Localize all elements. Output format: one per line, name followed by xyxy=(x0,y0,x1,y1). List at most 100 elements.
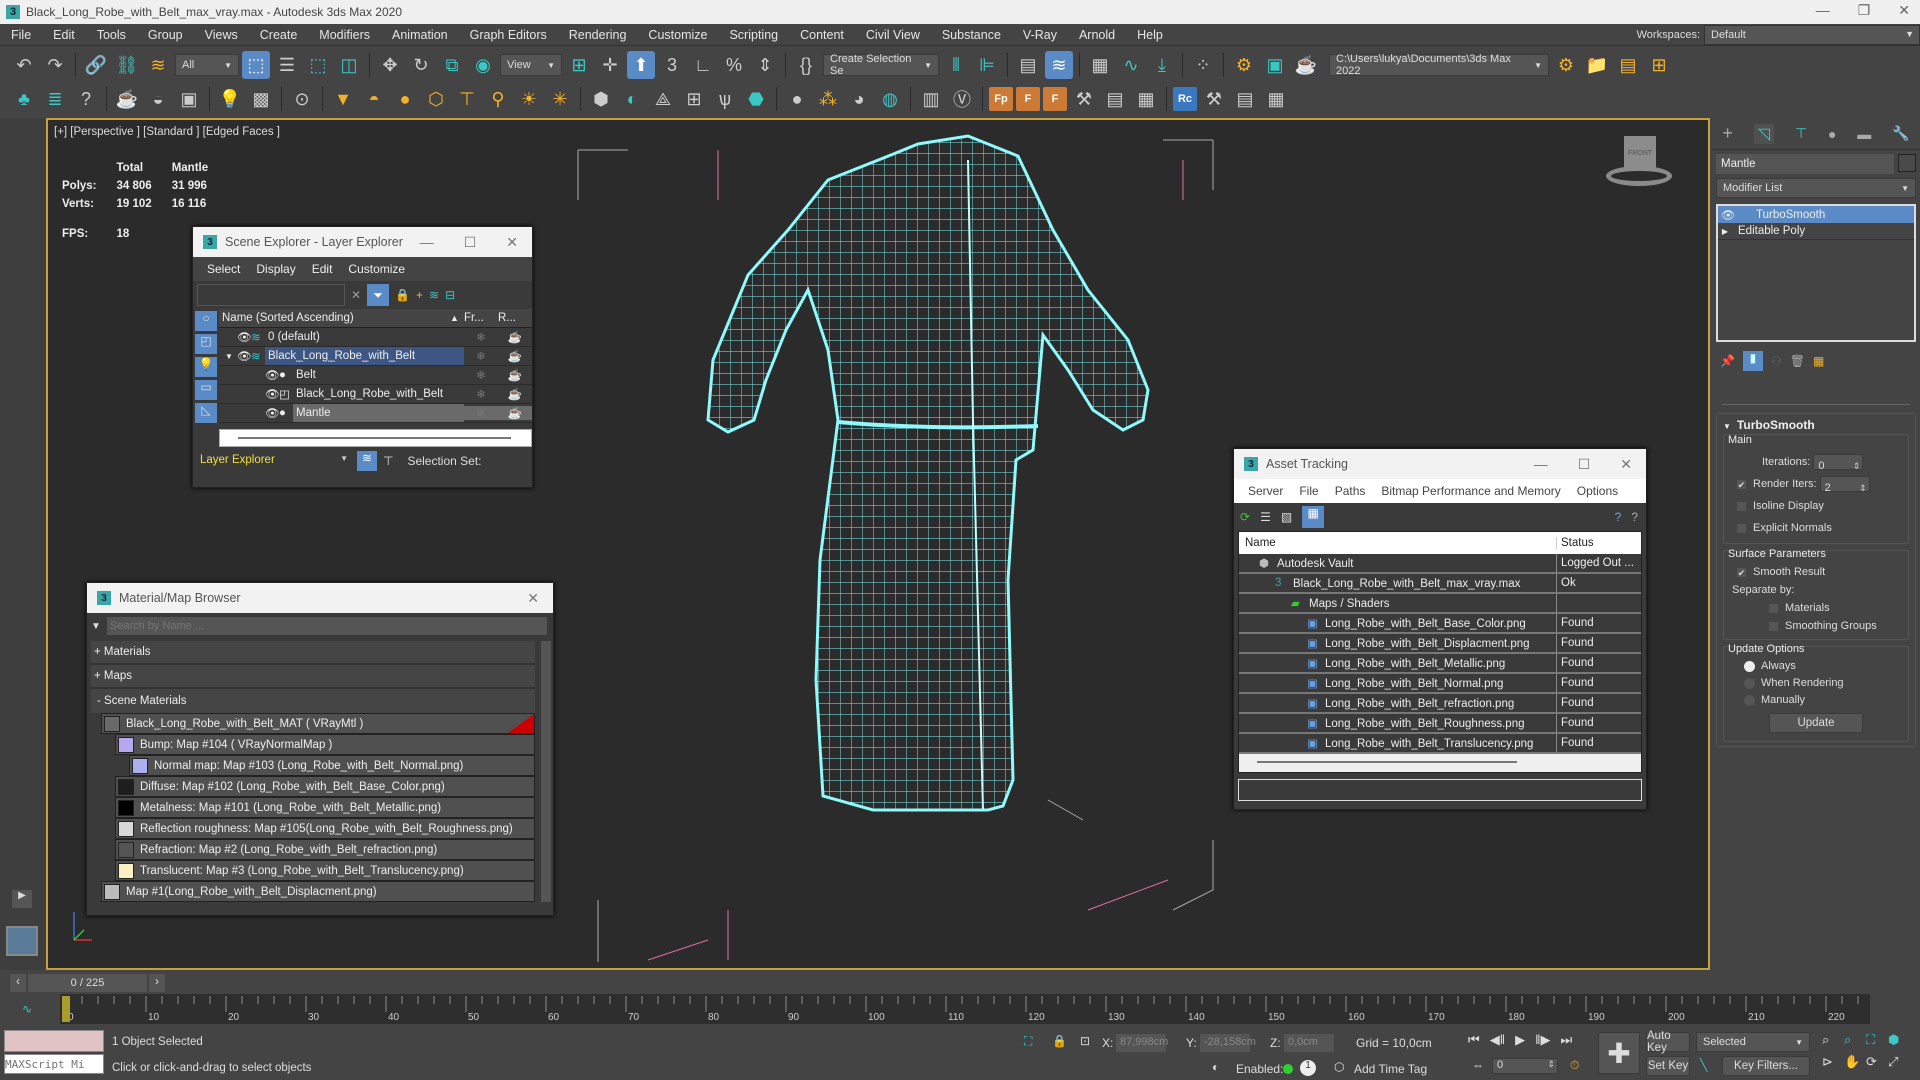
forest-list-icon[interactable]: ▤ xyxy=(1101,85,1129,113)
object-name-input[interactable] xyxy=(1716,154,1894,174)
set-key-button[interactable]: Set Key xyxy=(1646,1056,1690,1076)
menu-animation[interactable]: Animation xyxy=(381,28,459,42)
vray-light-lister-icon[interactable]: 💡 xyxy=(216,85,244,113)
project-path-dropdown[interactable]: C:\Users\lukya\Documents\3ds Max 2022 ▼ xyxy=(1329,53,1549,77)
renderable-teapot-icon[interactable]: ☕ xyxy=(498,368,532,382)
rotate-icon[interactable]: ↻ xyxy=(407,51,435,79)
freeze-icon[interactable]: ❄ xyxy=(464,387,498,401)
layer-explorer-icon[interactable]: ≋ xyxy=(1045,51,1073,79)
play-icon[interactable]: ▶ xyxy=(1515,1032,1525,1048)
zoom-all-icon[interactable]: ⌕ xyxy=(1844,1032,1866,1048)
explicit-normals-checkbox[interactable] xyxy=(1736,522,1747,534)
asset-row[interactable]: ⬢ Autodesk Vault Logged Out ... xyxy=(1239,554,1641,574)
asset-row[interactable]: ▣ Long_Robe_with_Belt_refraction.png Found xyxy=(1239,694,1641,714)
column-render[interactable]: R... xyxy=(498,312,532,324)
railclone-grid-icon[interactable]: ▦ xyxy=(1262,85,1290,113)
asset-tracking-titlebar[interactable]: 3 Asset Tracking — ☐ ✕ xyxy=(1234,449,1646,479)
scene-horizontal-scrollbar[interactable] xyxy=(219,429,532,447)
zoom-extents-all-icon[interactable]: ⬢ xyxy=(1888,1032,1910,1048)
vray-material-converter-icon[interactable]: ◍ xyxy=(876,85,904,113)
frame-display[interactable]: 0 / 225 xyxy=(28,974,147,992)
vray-material-icon[interactable]: ● xyxy=(783,85,811,113)
lights-filter-icon[interactable]: 💡 xyxy=(195,357,217,377)
project-hierarchy-icon[interactable]: ⊞ xyxy=(1645,51,1673,79)
scene-row[interactable]: ▼ 👁 ≋ Black_Long_Robe_with_Belt ❄ ☕ xyxy=(219,347,532,366)
info-badge-icon[interactable]: 1 xyxy=(1300,1060,1316,1076)
scene-menu-display[interactable]: Display xyxy=(248,262,303,276)
vray-sphere-light-icon[interactable]: ● xyxy=(391,85,419,113)
minimize-icon[interactable]: — xyxy=(420,234,434,251)
help-icon[interactable]: ? xyxy=(1615,510,1622,524)
go-to-end-icon[interactable]: ⏭ xyxy=(1560,1032,1572,1048)
maximize-icon[interactable]: ❐ xyxy=(1858,2,1871,19)
render-iters-spinner[interactable]: 2 xyxy=(1819,476,1870,499)
menu-tools[interactable]: Tools xyxy=(86,28,137,42)
add-time-tag[interactable]: Add Time Tag xyxy=(1354,1062,1427,1076)
asset-row[interactable]: ▣ Long_Robe_with_Belt_Roughness.png Found xyxy=(1239,714,1641,734)
align-icon[interactable]: ⊫ xyxy=(973,51,1001,79)
asset-row[interactable]: ▰ Maps / Shaders xyxy=(1239,594,1641,614)
curve-editor-toggle-icon[interactable]: ∿ xyxy=(22,1002,32,1016)
menu-create[interactable]: Create xyxy=(249,28,309,42)
material-row[interactable]: Reflection roughness: Map #105(Long_Robe… xyxy=(115,818,535,839)
pan-icon[interactable]: ✋ xyxy=(1844,1054,1866,1070)
renderable-teapot-icon[interactable]: ☕ xyxy=(498,349,532,363)
freeze-icon[interactable]: ❄ xyxy=(464,330,498,344)
keyboard-shortcut-override-icon[interactable]: ⬆ xyxy=(627,51,655,79)
zoom-extents-icon[interactable]: ⛶ xyxy=(1866,1032,1888,1048)
adaptive-degradation-icon[interactable]: ◐ xyxy=(1212,1060,1219,1074)
display-tab-icon[interactable]: ▬ xyxy=(1857,126,1871,142)
cameras-filter-icon[interactable]: ▭ xyxy=(195,380,217,400)
scene-menu-select[interactable]: Select xyxy=(199,262,248,276)
mirror-icon[interactable]: ⫴ xyxy=(942,51,970,79)
visibility-eye-icon[interactable]: 👁 xyxy=(237,349,252,363)
refresh-icon[interactable]: ⟳ xyxy=(1240,510,1250,524)
vray-material-palette-icon[interactable]: ◕ xyxy=(845,85,873,113)
angle-snap-icon[interactable]: ∟ xyxy=(689,51,717,79)
modify-tab-icon[interactable]: ◹ xyxy=(1753,123,1775,144)
freeze-icon[interactable]: ❄ xyxy=(464,368,498,382)
prev-frame-icon[interactable]: ‹ xyxy=(10,974,26,992)
field-of-view-icon[interactable]: ⊳ xyxy=(1822,1054,1844,1070)
visibility-eye-icon[interactable]: 👁 xyxy=(265,406,280,420)
menu-group[interactable]: Group xyxy=(137,28,194,42)
set-keys-button[interactable]: ✚ xyxy=(1598,1032,1640,1074)
time-cursor[interactable] xyxy=(62,996,70,1022)
forest-pack-icon[interactable]: Fp xyxy=(989,87,1013,111)
key-filters-button[interactable]: Key Filters... xyxy=(1722,1056,1810,1076)
asset-path-field[interactable] xyxy=(1238,779,1642,801)
asset-menu-server[interactable]: Server xyxy=(1240,484,1291,498)
update-when-rendering-radio[interactable] xyxy=(1744,677,1755,689)
update-always-radio[interactable] xyxy=(1744,660,1755,672)
project-structure-icon[interactable]: ▤ xyxy=(1614,51,1642,79)
menu-substance[interactable]: Substance xyxy=(931,28,1012,42)
material-row[interactable]: Bump: Map #104 ( VRayNormalMap ) xyxy=(115,734,535,755)
x-coordinate-field[interactable]: 87,998cm xyxy=(1116,1034,1168,1052)
vray-dome-light-icon[interactable]: ◓ xyxy=(360,85,388,113)
scene-search-input[interactable] xyxy=(197,284,345,306)
material-row[interactable]: Map #1(Long_Robe_with_Belt_Displacment.p… xyxy=(101,881,535,902)
scene-explorer-icon[interactable]: ▤ xyxy=(1014,51,1042,79)
renderable-teapot-icon[interactable]: ☕ xyxy=(498,406,532,420)
expand-triangle-icon[interactable]: ▼ xyxy=(225,352,237,361)
percent-snap-icon[interactable]: % xyxy=(720,51,748,79)
time-tag-icon[interactable]: ⬡ xyxy=(1334,1060,1344,1074)
vray-plane-icon[interactable]: ⟁ xyxy=(649,85,677,113)
remove-modifier-icon[interactable]: 🗑 xyxy=(1790,354,1805,368)
railclone-tools-icon[interactable]: ⚒ xyxy=(1200,85,1228,113)
material-row[interactable]: Diffuse: Map #102 (Long_Robe_with_Belt_B… xyxy=(115,776,535,797)
workspace-dropdown[interactable]: Default ▼ xyxy=(1704,25,1920,45)
forest-lod-icon[interactable]: F xyxy=(1016,87,1040,111)
rectangular-selection-icon[interactable]: ⬚ xyxy=(304,51,332,79)
next-frame-icon[interactable]: › xyxy=(149,974,165,992)
material-browser-titlebar[interactable]: 3 Material/Map Browser ✕ xyxy=(87,583,553,613)
renderable-teapot-icon[interactable]: ☕ xyxy=(498,330,532,344)
asset-horizontal-scrollbar[interactable] xyxy=(1239,754,1641,772)
smoothing-groups-checkbox[interactable] xyxy=(1768,620,1779,632)
project-settings-icon[interactable]: ⚙ xyxy=(1552,51,1580,79)
snaps-toggle-icon[interactable]: 3 xyxy=(658,51,686,79)
group-maps[interactable]: + Maps xyxy=(91,665,535,689)
time-slider[interactable]: ‹ 0 / 225 › xyxy=(10,974,165,992)
asset-menu-paths[interactable]: Paths xyxy=(1327,484,1374,498)
iterations-spinner[interactable]: 0 xyxy=(1813,454,1864,477)
